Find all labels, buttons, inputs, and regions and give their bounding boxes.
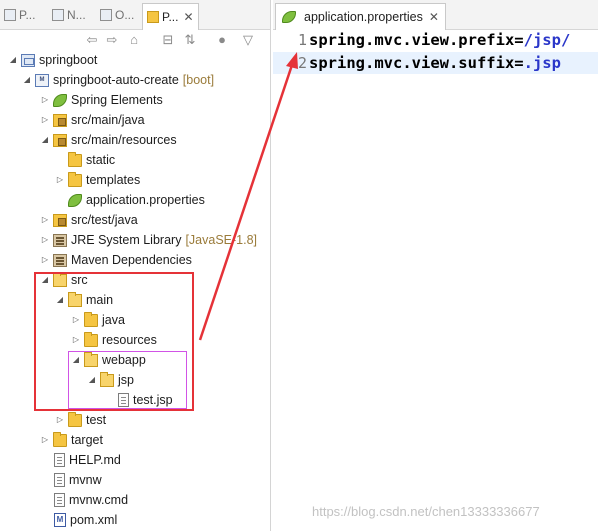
- code-line[interactable]: 1 spring.mvc.view.prefix= /jsp/: [273, 29, 598, 51]
- webapp-highlight-box: [68, 351, 187, 409]
- maven-project-icon: M: [35, 73, 49, 87]
- collapse-all-icon[interactable]: ⊟: [160, 32, 176, 48]
- tree-item-mvnw-cmd[interactable]: mvnw.cmd: [54, 490, 128, 510]
- link-with-editor-icon[interactable]: ⇅: [182, 32, 198, 48]
- tree-item-application-properties[interactable]: application.properties: [68, 190, 205, 210]
- collapse-icon[interactable]: ◢: [8, 55, 18, 65]
- tree-item-spring-elements[interactable]: ▷ Spring Elements: [40, 90, 163, 110]
- watermark: https://blog.csdn.net/chen13333336677: [312, 504, 540, 519]
- tree-item-maven-dependencies[interactable]: ▷ Maven Dependencies: [40, 250, 192, 270]
- tree-item-pom-xml[interactable]: M pom.xml: [54, 510, 117, 530]
- property-key: spring.mvc.view.suffix=: [309, 54, 524, 72]
- source-folder-icon: [53, 113, 67, 127]
- expand-icon[interactable]: ▷: [55, 415, 65, 425]
- tree-item-src-main-resources[interactable]: ◢ src/main/resources: [40, 130, 177, 150]
- view-menu-icon[interactable]: ▽: [240, 32, 256, 48]
- line-number: 1: [297, 31, 307, 49]
- expand-icon[interactable]: ▷: [55, 175, 65, 185]
- home-icon[interactable]: ⌂: [126, 32, 142, 48]
- tree-item-static[interactable]: static: [68, 150, 115, 170]
- folder-icon: [68, 411, 82, 427]
- tree-item-help-md[interactable]: HELP.md: [54, 450, 121, 470]
- tree-item-test[interactable]: ▷ test: [55, 410, 106, 430]
- source-folder-icon: [53, 133, 67, 147]
- back-icon[interactable]: ⇦: [84, 32, 100, 48]
- tree-item-mvnw[interactable]: mvnw: [54, 470, 102, 490]
- line-number: 2: [297, 54, 307, 72]
- expand-icon[interactable]: ▷: [40, 255, 50, 265]
- tree-item-src-test-java[interactable]: ▷ src/test/java: [40, 210, 138, 230]
- spring-properties-icon: [68, 193, 82, 207]
- forward-icon[interactable]: ⇨: [104, 32, 120, 48]
- tab-navigator[interactable]: N...: [52, 4, 86, 26]
- spring-properties-icon: [282, 11, 296, 23]
- project-explorer-icon: [4, 9, 16, 21]
- tree-item-project[interactable]: ◢ M springboot-auto-create [boot]: [22, 70, 214, 90]
- editor-tab-application-properties[interactable]: application.properties ✕: [275, 3, 446, 30]
- collapse-icon[interactable]: ◢: [40, 135, 50, 145]
- tab-outline[interactable]: O...: [100, 4, 134, 26]
- expand-icon[interactable]: ▷: [40, 435, 50, 445]
- tree-item-target[interactable]: ▷ target: [40, 430, 103, 450]
- editor-tab-bar: application.properties ✕: [273, 0, 598, 30]
- property-value: /jsp/: [523, 31, 571, 49]
- view-tab-bar: P... N... O... P... ✕: [0, 0, 270, 30]
- view-toolbar: ⇦ ⇨ ⌂ ⊟ ⇅ ● ▽: [0, 30, 270, 50]
- property-key: spring.mvc.view.prefix=: [309, 31, 524, 49]
- focus-icon[interactable]: ●: [214, 32, 230, 48]
- package-explorer-pane: P... N... O... P... ✕ ⇦ ⇨ ⌂ ⊟ ⇅ ● ▽ ◢ sp…: [0, 0, 271, 531]
- close-icon[interactable]: ✕: [183, 10, 193, 24]
- folder-icon: [68, 171, 82, 187]
- outline-icon: [100, 9, 112, 21]
- library-icon: [53, 253, 67, 267]
- property-value: .jsp: [523, 54, 561, 72]
- expand-icon[interactable]: ▷: [40, 215, 50, 225]
- package-explorer-icon: [147, 11, 159, 23]
- expand-icon[interactable]: ▷: [40, 95, 50, 105]
- code-line-current[interactable]: 2 spring.mvc.view.suffix= .jsp: [273, 52, 598, 74]
- working-set-icon: [21, 53, 35, 67]
- tree-item-templates[interactable]: ▷ templates: [55, 170, 140, 190]
- expand-icon[interactable]: ▷: [40, 115, 50, 125]
- spring-leaf-icon: [53, 93, 67, 107]
- file-icon: [54, 473, 65, 487]
- tab-package-explorer[interactable]: P... ✕: [142, 3, 199, 30]
- editor-pane: application.properties ✕ 1 spring.mvc.vi…: [273, 0, 598, 531]
- navigator-icon: [52, 9, 64, 21]
- tree-item-src-main-java[interactable]: ▷ src/main/java: [40, 110, 145, 130]
- close-icon[interactable]: ✕: [429, 10, 439, 24]
- source-folder-icon: [53, 213, 67, 227]
- file-icon: [54, 453, 65, 467]
- tree-item-jre-system-library[interactable]: ▷ JRE System Library [JavaSE-1.8]: [40, 230, 257, 250]
- library-icon: [53, 233, 67, 247]
- expand-icon[interactable]: ▷: [40, 235, 50, 245]
- file-icon: [54, 493, 65, 507]
- folder-icon: [68, 151, 82, 167]
- maven-pom-icon: M: [54, 513, 66, 527]
- tree-item-springboot[interactable]: ◢ springboot: [8, 50, 97, 70]
- folder-icon: [53, 431, 67, 447]
- collapse-icon[interactable]: ◢: [22, 75, 32, 85]
- tab-project-explorer[interactable]: P...: [4, 4, 35, 26]
